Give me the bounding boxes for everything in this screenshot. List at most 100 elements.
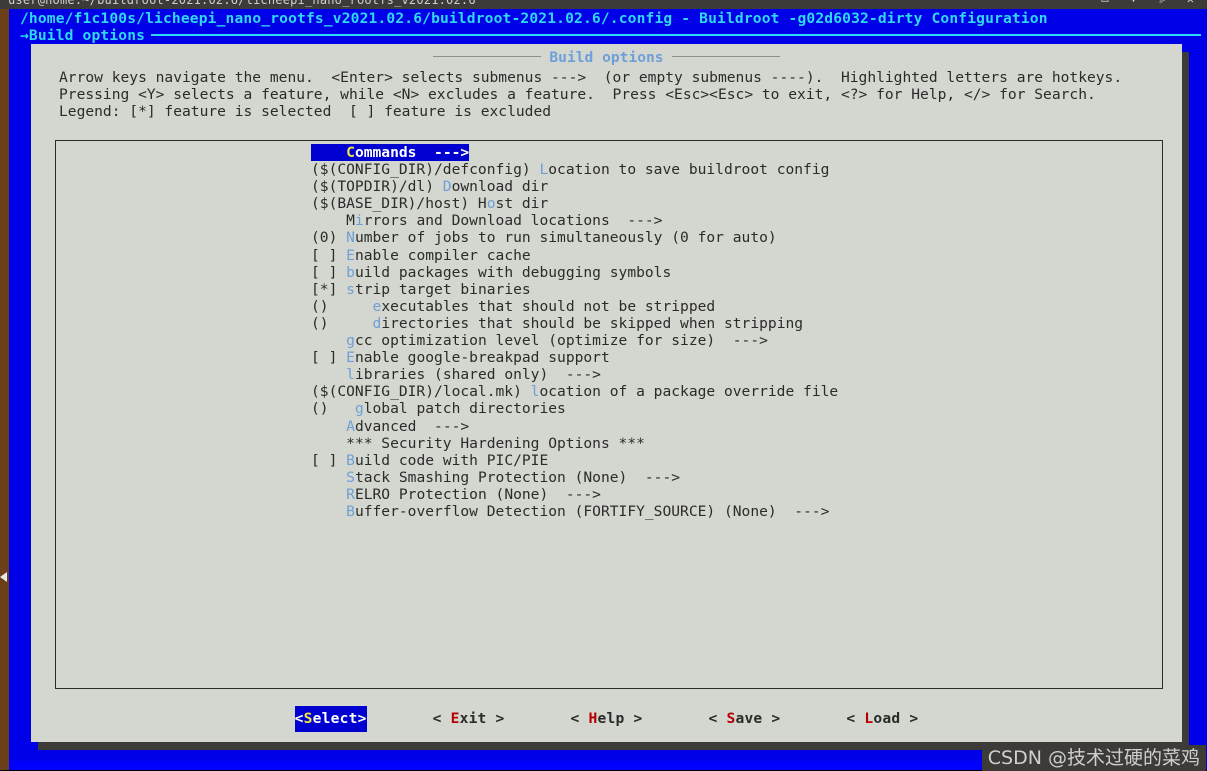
menuconfig-title: /home/f1c100s/licheepi_nano_rootfs_v2021… — [20, 10, 1048, 27]
terminal-background: /home/f1c100s/licheepi_nano_rootfs_v2021… — [9, 9, 1207, 771]
menu-item-prefix — [311, 332, 346, 349]
menu-item-prefix — [311, 366, 346, 383]
menu-item[interactable]: ($(CONFIG_DIR)/local.mk) location of a p… — [56, 383, 1162, 400]
left-edge-strip — [0, 9, 9, 770]
menu-item[interactable]: [*] strip target binaries — [56, 281, 1162, 298]
menu-item[interactable]: (0) Number of jobs to run simultaneously… — [56, 229, 1162, 246]
menu-item[interactable]: () global patch directories — [56, 400, 1162, 417]
menu-item-hotkey: o — [486, 195, 496, 213]
button-exit[interactable]: < Exit > — [433, 706, 505, 732]
menu-item-prefix: () — [311, 297, 373, 315]
button-select[interactable]: <Select> — [294, 706, 367, 732]
dialog-title: Build options — [31, 50, 1182, 66]
menu-item-prefix: [ ] — [311, 349, 347, 367]
host-window-titlebar[interactable]: user@home:~/buildroot-2021.02.6/licheepi… — [0, 0, 1207, 9]
menu-item[interactable]: [ ] build packages with debugging symbol… — [56, 264, 1162, 281]
help-line: Pressing <Y> selects a feature, while <N… — [59, 86, 1096, 104]
menu-item-content: Commands ---> — [311, 144, 470, 161]
menu-item-content: [ ] Enable compiler cache — [311, 247, 531, 264]
menu-item-content: [*] strip target binaries — [311, 281, 531, 298]
menu-item[interactable]: Buffer-overflow Detection (FORTIFY_SOURC… — [56, 503, 1162, 520]
menu-item[interactable]: *** Security Hardening Options *** — [56, 435, 1162, 452]
menu-item[interactable]: [ ] Enable google-breakpad support — [56, 349, 1162, 366]
menu-item-label: st dir — [495, 195, 549, 213]
dialog-title-label: Build options — [549, 49, 664, 66]
help-text: Arrow keys navigate the menu. <Enter> se… — [59, 69, 1122, 121]
breadcrumb-label: →Build options — [20, 27, 146, 44]
menu-item-content: ($(CONFIG_DIR)/defconfig) Location to sa… — [311, 161, 829, 178]
menu-item-prefix: (0) — [311, 229, 347, 247]
dialog-button-bar: <Select> < Exit > < Help > < Save > < Load > — [31, 706, 1182, 732]
menu-item-prefix — [311, 435, 346, 452]
menu-item-hotkey: i — [354, 212, 364, 230]
menu-item-label: ommands ---> — [354, 144, 470, 161]
menu-item[interactable]: Advanced ---> — [56, 418, 1162, 435]
menu-item-prefix — [311, 486, 346, 503]
menu-item[interactable]: libraries (shared only) ---> — [56, 366, 1162, 383]
menu-item-prefix: [ ] — [311, 451, 347, 469]
menu-item-label: nable google-breakpad support — [354, 349, 610, 367]
menu-item-content: () executables that should not be stripp… — [311, 298, 715, 315]
menu-item-label: tack Smashing Protection (None) ---> — [354, 468, 681, 486]
menu-item[interactable]: gcc optimization level (optimize for siz… — [56, 332, 1162, 349]
menu-item[interactable]: ($(CONFIG_DIR)/defconfig) Location to sa… — [56, 161, 1162, 178]
menu-item-label: ibraries (shared only) ---> — [354, 366, 601, 384]
menu-item-label: nable compiler cache — [354, 246, 531, 264]
menu-item[interactable]: [ ] Enable compiler cache — [56, 247, 1162, 264]
menu-item-prefix: [ ] — [311, 263, 347, 281]
button-bracket-close: > — [357, 710, 367, 727]
menu-list: Commands ---> ($(CONFIG_DIR)/defconfig) L… — [56, 141, 1162, 520]
menu-item-content: Advanced ---> — [311, 418, 469, 435]
menu-item-prefix: ($(CONFIG_DIR)/defconfig) — [311, 161, 540, 179]
menu-item-prefix: M — [311, 212, 355, 230]
button-help[interactable]: < Help > — [571, 706, 643, 732]
menu-item-hotkey: A — [346, 417, 355, 435]
menu-listbox[interactable]: Commands ---> ($(CONFIG_DIR)/defconfig) L… — [55, 140, 1163, 689]
menu-item-label: uild code with PIC/PIE — [354, 451, 549, 469]
menuconfig-dialog: Build options Arrow keys navigate the me… — [31, 44, 1182, 742]
menu-item[interactable]: Mirrors and Download locations ---> — [56, 212, 1162, 229]
menu-item-prefix: [*] — [311, 280, 347, 298]
menu-item[interactable]: Stack Smashing Protection (None) ---> — [56, 469, 1162, 486]
button-bracket-close: > — [771, 710, 781, 727]
menu-item[interactable]: [ ] Build code with PIC/PIE — [56, 452, 1162, 469]
menu-item[interactable]: () executables that should not be stripp… — [56, 298, 1162, 315]
button-save[interactable]: < Save > — [708, 706, 780, 732]
button-load[interactable]: < Load > — [846, 706, 918, 732]
menu-item-content: [ ] Enable google-breakpad support — [311, 349, 610, 366]
menu-item-hotkey: s — [346, 280, 355, 298]
breadcrumb-rule — [151, 34, 1202, 36]
menu-item-label: ELRO Protection (None) ---> — [354, 485, 601, 503]
button-bracket-open: < — [708, 710, 727, 727]
button-hotkey: E — [450, 710, 460, 727]
breadcrumb: →Build options — [20, 27, 1202, 44]
menu-item-prefix: () — [311, 314, 373, 332]
menu-item[interactable]: RELRO Protection (None) ---> — [56, 486, 1162, 503]
menu-item-hotkey: R — [346, 485, 355, 503]
menu-item-content: Stack Smashing Protection (None) ---> — [311, 469, 680, 486]
dialog-title-rule-right — [671, 55, 780, 57]
menu-item-label: xecutables that should not be stripped — [381, 297, 716, 315]
button-bracket-open: < — [294, 710, 304, 727]
menu-item[interactable]: Commands ---> — [56, 144, 1162, 161]
menu-item-content: () global patch directories — [311, 400, 566, 417]
menu-item-prefix — [311, 418, 346, 435]
menu-item[interactable]: () directories that should be skipped wh… — [56, 315, 1162, 332]
dialog-title-rule-left — [433, 55, 542, 57]
button-bracket-close: > — [495, 710, 505, 727]
menu-item-content: RELRO Protection (None) ---> — [311, 486, 601, 503]
menu-item-prefix: ($(BASE_DIR)/host) H — [311, 195, 487, 213]
menu-item-label: cc optimization level (optimize for size… — [354, 332, 768, 350]
button-label: ave — [735, 710, 772, 727]
menu-item-label: umber of jobs to run simultaneously (0 f… — [354, 229, 777, 247]
menu-item-content: [ ] Build code with PIC/PIE — [311, 452, 548, 469]
menu-item[interactable]: ($(TOPDIR)/dl) Download dir — [56, 178, 1162, 195]
menu-item-hotkey: g — [346, 332, 355, 350]
host-window-controls[interactable]: ▭ ▾ ⇗ ✕ — [1101, 0, 1201, 6]
button-label: elect — [312, 710, 358, 727]
button-label: xit — [459, 710, 496, 727]
collapse-left-arrow-icon[interactable] — [0, 572, 7, 582]
menu-item[interactable]: ($(BASE_DIR)/host) Host dir — [56, 195, 1162, 212]
help-line: Arrow keys navigate the menu. <Enter> se… — [59, 69, 1123, 86]
menu-item-hotkey: e — [372, 297, 382, 315]
